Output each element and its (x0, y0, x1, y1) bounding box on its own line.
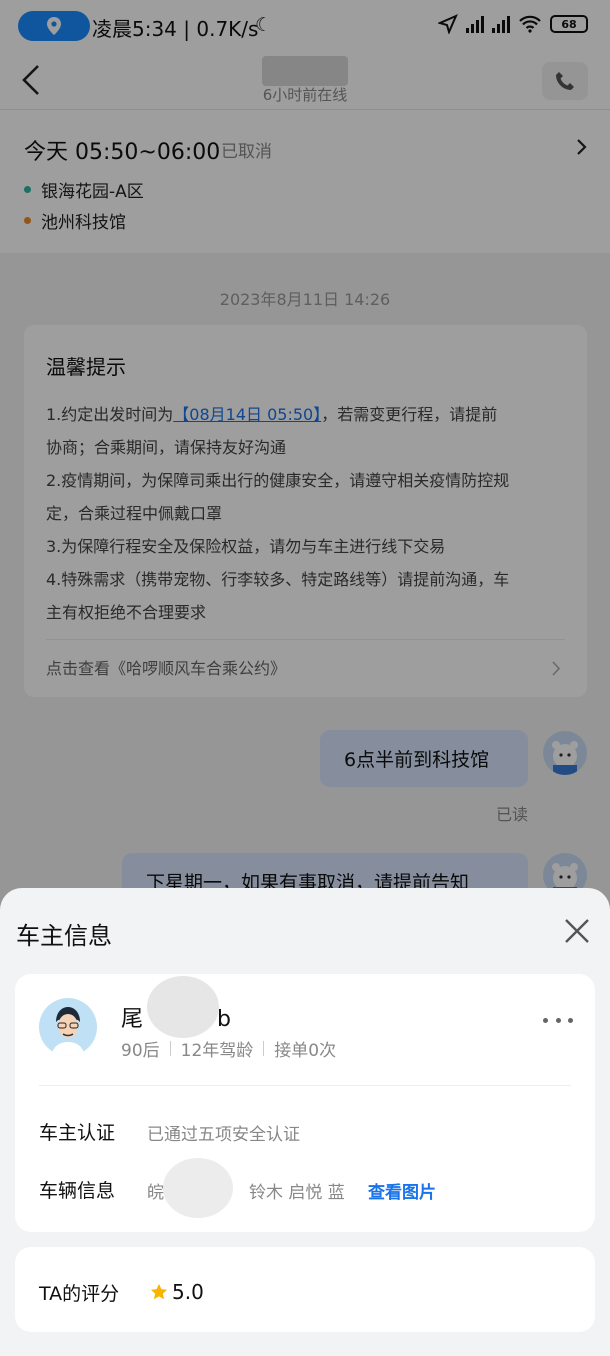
more-icon[interactable] (543, 1018, 573, 1026)
avatar[interactable] (39, 998, 97, 1056)
vehicle-label: 车辆信息 (39, 1180, 116, 1202)
plate-blurred (163, 1158, 233, 1218)
driver-age: 90后 (121, 1041, 160, 1061)
driver-experience: 12年驾龄 (180, 1041, 254, 1061)
driver-orders: 接单0次 (274, 1041, 337, 1061)
view-pictures-link[interactable]: 查看图片 (368, 1178, 436, 1203)
meta-divider (169, 1041, 171, 1056)
driver-info-sheet: 车主信息 尾b 90后 12年驾龄 接单0次 车主认证 已通过五项安全认证 车辆… (0, 888, 610, 1356)
cert-label: 车主认证 (39, 1122, 116, 1144)
driver-card: 尾b 90后 12年驾龄 接单0次 车主认证 已通过五项安全认证 车辆信息 皖 … (15, 974, 595, 1232)
driver-name-tail: b (217, 1007, 231, 1032)
card-divider (39, 1085, 571, 1086)
driver-avatar-icon (51, 1007, 85, 1056)
meta-divider (263, 1041, 265, 1056)
driver-meta: 90后 12年驾龄 接单0次 (121, 1036, 336, 1061)
sheet-title: 车主信息 (16, 922, 112, 950)
name-blurred (147, 976, 219, 1038)
star-icon (150, 1283, 168, 1300)
score-value: 5.0 (172, 1280, 204, 1304)
plate-prefix: 皖 (147, 1183, 164, 1203)
close-icon[interactable] (564, 918, 590, 944)
cert-value: 已通过五项安全认证 (147, 1125, 300, 1145)
score-label: TA的评分 (39, 1283, 120, 1305)
vehicle-desc: 铃木 启悦 蓝 (249, 1183, 345, 1203)
rating-card: TA的评分 5.0 (15, 1247, 595, 1332)
driver-name-first: 尾 (121, 1007, 144, 1032)
